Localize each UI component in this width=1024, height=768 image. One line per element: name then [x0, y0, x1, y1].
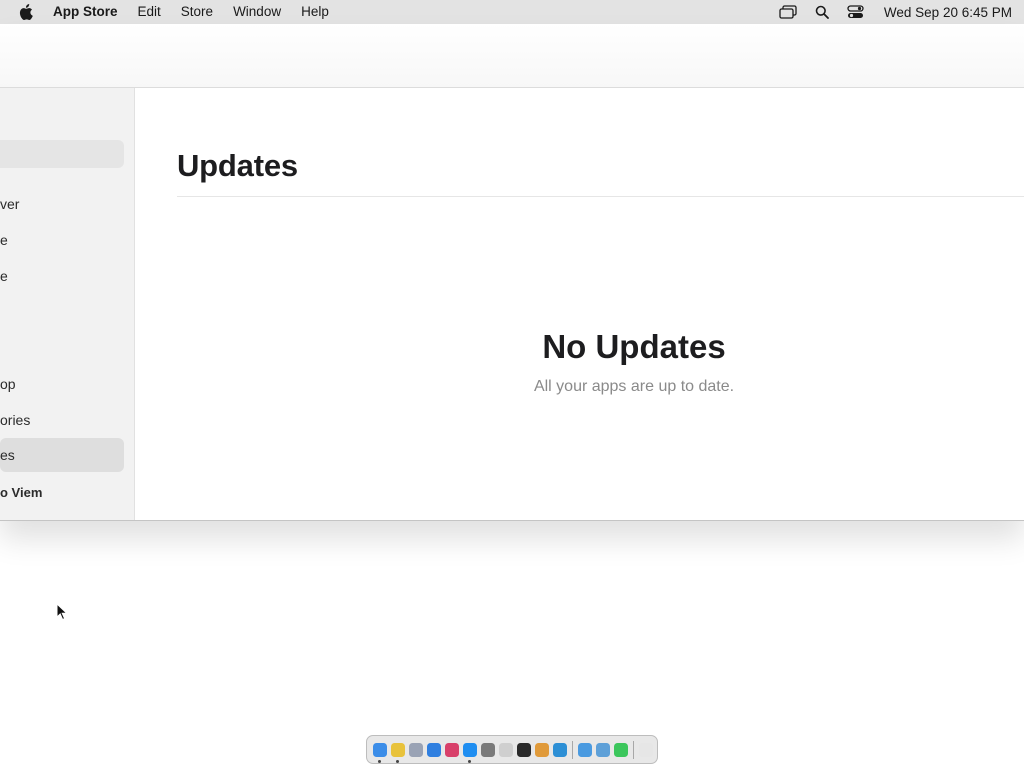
empty-state-subtitle: All your apps are up to date. — [533, 378, 735, 395]
sidebar-item-label: op — [0, 376, 16, 392]
sidebar-item-label: e — [0, 232, 8, 248]
chrome-icon[interactable] — [391, 742, 405, 763]
menu-app-store[interactable]: App Store — [50, 0, 128, 24]
menu-edit[interactable]: Edit — [128, 0, 171, 24]
dock — [366, 735, 658, 764]
apple-icon[interactable] — [16, 2, 36, 22]
dock-separator — [572, 740, 573, 759]
sidebar-search-field[interactable] — [0, 140, 124, 168]
control-center-icon[interactable] — [846, 2, 866, 22]
empty-state-title: No Updates — [542, 328, 726, 365]
terminal-icon[interactable] — [517, 742, 531, 757]
sidebar-item-updates[interactable]: es — [0, 438, 124, 472]
sidebar-account[interactable]: o Viem — [0, 475, 42, 509]
screen-mirroring-icon[interactable] — [778, 2, 798, 22]
sidebar-item-label: ories — [0, 412, 31, 428]
sidebar-item-discover[interactable]: ver — [0, 187, 19, 221]
pencil-app-icon[interactable] — [499, 742, 513, 757]
dock-separator — [633, 740, 634, 759]
vscode-icon[interactable] — [553, 742, 567, 757]
sidebar-item-develop[interactable]: op — [0, 367, 16, 401]
main-content: Updates No Updates All your apps are up … — [136, 88, 1024, 520]
menu-bar-clock[interactable]: Wed Sep 20 6:45 PM — [884, 5, 1012, 20]
search-icon[interactable] — [812, 2, 832, 22]
account-name: o Viem — [0, 485, 43, 500]
menu-store[interactable]: Store — [171, 0, 223, 24]
menu-bar-status-area: Wed Sep 20 6:45 PM — [778, 0, 1024, 24]
finder-icon[interactable] — [373, 742, 387, 763]
photo-app-icon[interactable] — [445, 742, 459, 757]
sidebar-item-label: ver — [0, 196, 20, 212]
app-store-window: ver e e op ories es o Viem Updates No Up… — [0, 24, 1024, 521]
sidebar-item-create[interactable]: e — [0, 259, 8, 293]
menu-bar: App Store Edit Store Window Help Wed Sep — [0, 0, 1024, 24]
safari-icon[interactable] — [427, 742, 441, 757]
title-divider — [177, 196, 1024, 197]
sidebar-item-arcade[interactable]: e — [0, 223, 8, 257]
sidebar: ver e e op ories es o Viem — [0, 88, 135, 520]
messages-icon[interactable] — [614, 742, 628, 757]
instrument-app-icon[interactable] — [535, 742, 549, 757]
menu-help[interactable]: Help — [291, 0, 339, 24]
sidebar-item-label: es — [0, 447, 15, 463]
finder-window-icon[interactable] — [578, 742, 592, 757]
app-store-icon[interactable] — [463, 742, 477, 763]
window-titlebar[interactable] — [0, 24, 1024, 88]
preview-icon[interactable] — [596, 742, 610, 757]
trash-icon[interactable] — [639, 742, 653, 757]
system-settings-icon[interactable] — [481, 742, 495, 757]
page-title: Updates — [177, 148, 298, 183]
launchpad-icon[interactable] — [409, 742, 423, 757]
mouse-cursor-icon — [56, 602, 68, 621]
sidebar-item-categories[interactable]: ories — [0, 403, 30, 437]
sidebar-item-label: e — [0, 268, 8, 284]
menu-window[interactable]: Window — [223, 0, 291, 24]
